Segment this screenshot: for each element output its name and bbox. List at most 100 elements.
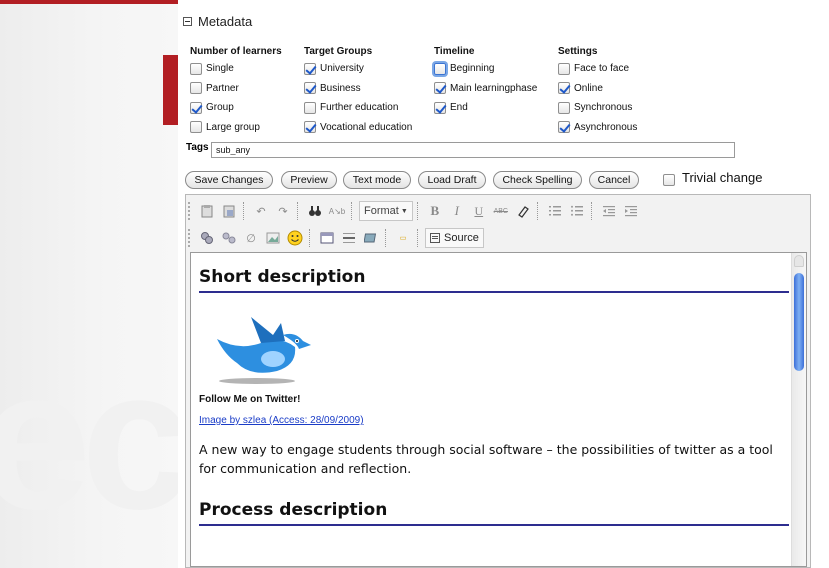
horizontal-rule-icon[interactable]: [339, 228, 359, 248]
checkbox-university[interactable]: University: [304, 59, 412, 79]
checkbox[interactable]: [190, 62, 202, 75]
checkbox-large-group[interactable]: Large group: [190, 118, 282, 138]
text-mode-button[interactable]: Text mode: [343, 171, 411, 189]
checkbox-beginning[interactable]: Beginning: [434, 59, 537, 79]
checkbox-label: Face to face: [574, 63, 630, 75]
increase-indent-icon[interactable]: [621, 201, 641, 221]
checkbox[interactable]: [558, 101, 570, 114]
checkbox-end[interactable]: End: [434, 98, 537, 118]
source-icon: [430, 233, 440, 243]
checkbox-label: Online: [574, 82, 603, 94]
column-title: Settings: [558, 46, 598, 57]
checkbox[interactable]: [558, 62, 570, 75]
checkbox-group[interactable]: Group: [190, 98, 282, 118]
table-icon[interactable]: [317, 228, 337, 248]
checkbox[interactable]: [304, 62, 316, 75]
checkbox[interactable]: [558, 82, 570, 95]
load-draft-button[interactable]: Load Draft: [418, 171, 486, 189]
checkbox-label: Main learningphase: [450, 82, 538, 94]
column-timeline: Timeline Beginning Main learningphase En…: [434, 45, 537, 118]
checkbox-label: Further education: [320, 102, 399, 114]
checkbox[interactable]: [304, 82, 316, 95]
save-changes-button[interactable]: Save Changes: [185, 171, 273, 189]
format-dropdown[interactable]: Format ▼: [359, 201, 413, 221]
replace-icon[interactable]: A↘b: [327, 201, 347, 221]
checkbox[interactable]: [434, 62, 446, 75]
checkbox-label: University: [320, 63, 364, 75]
trivial-change-checkbox[interactable]: [663, 174, 675, 186]
vertical-scrollbar[interactable]: [791, 253, 806, 566]
checkbox-label: Single: [206, 63, 234, 75]
special-char-icon[interactable]: [361, 228, 381, 248]
checkbox[interactable]: [434, 101, 446, 114]
undo-icon[interactable]: ↶: [251, 201, 271, 221]
heading-short-description: Short description: [199, 253, 789, 293]
smiley-icon[interactable]: [285, 228, 305, 248]
checkbox[interactable]: [304, 121, 316, 134]
description-paragraph: A new way to engage students through soc…: [199, 442, 773, 476]
decrease-indent-icon[interactable]: [599, 201, 619, 221]
document-content: Short description Follow Me on Twitter! …: [199, 253, 789, 526]
checkbox[interactable]: [434, 82, 446, 95]
checkbox-business[interactable]: Business: [304, 79, 412, 99]
image-credit-link[interactable]: Image by szlea (Access: 28/09/2009): [199, 415, 789, 426]
toolbar-separator: [416, 202, 421, 220]
checkbox-partner[interactable]: Partner: [190, 79, 282, 99]
signature-icon[interactable]: ▭: [393, 228, 413, 248]
checkbox[interactable]: [190, 101, 202, 114]
link-icon[interactable]: [197, 228, 217, 248]
bulleted-list-icon[interactable]: [567, 201, 587, 221]
toolbar-separator: [309, 229, 313, 247]
column-settings: Settings Face to face Online Synchronous…: [558, 45, 637, 137]
image-icon[interactable]: [263, 228, 283, 248]
check-spelling-button[interactable]: Check Spelling: [493, 171, 582, 189]
tags-input[interactable]: [211, 142, 735, 158]
checkbox-further-education[interactable]: Further education: [304, 98, 412, 118]
editor-document[interactable]: Short description Follow Me on Twitter! …: [190, 252, 807, 567]
attachment-icon[interactable]: ∅: [241, 228, 261, 248]
editor-toolbar-row-2: ∅ ▭ Source: [188, 225, 484, 251]
italic-icon[interactable]: I: [447, 201, 467, 221]
numbered-list-icon[interactable]: [545, 201, 565, 221]
checkbox[interactable]: [304, 101, 316, 114]
checkbox-label: Group: [206, 102, 234, 114]
column-number-of-learners: Number of learners Single Partner Group …: [190, 45, 282, 137]
checkbox-face-to-face[interactable]: Face to face: [558, 59, 637, 79]
checkbox-vocational-education[interactable]: Vocational education: [304, 118, 412, 138]
checkbox[interactable]: [190, 121, 202, 134]
redo-icon[interactable]: ↷: [273, 201, 293, 221]
checkbox-label: Synchronous: [574, 102, 633, 114]
checkbox-asynchronous[interactable]: Asynchronous: [558, 118, 637, 138]
remove-format-icon[interactable]: [513, 201, 533, 221]
toolbar-grip[interactable]: [188, 202, 193, 220]
paste-icon[interactable]: [197, 201, 217, 221]
toolbar-grip[interactable]: [188, 229, 193, 247]
toolbar-separator: [590, 202, 595, 220]
checkbox-synchronous[interactable]: Synchronous: [558, 98, 637, 118]
bold-icon[interactable]: B: [425, 201, 445, 221]
paste-from-word-icon[interactable]: [219, 201, 239, 221]
checkbox[interactable]: [558, 121, 570, 134]
strikethrough-icon[interactable]: ABC: [491, 201, 511, 221]
unlink-icon[interactable]: [219, 228, 239, 248]
checkbox-online[interactable]: Online: [558, 79, 637, 99]
checkbox-label: Partner: [206, 82, 239, 94]
column-title: Number of learners: [190, 46, 282, 57]
underline-icon[interactable]: U: [469, 201, 489, 221]
tags-label: Tags: [186, 142, 209, 153]
collapse-icon[interactable]: [183, 17, 192, 26]
checkbox-main-learningphase[interactable]: Main learningphase: [434, 79, 537, 99]
source-label: Source: [444, 232, 479, 244]
trivial-change-label: Trivial change: [682, 170, 763, 185]
cancel-button[interactable]: Cancel: [589, 171, 639, 189]
checkbox[interactable]: [190, 82, 202, 95]
preview-button[interactable]: Preview: [281, 171, 337, 189]
scrollbar-thumb[interactable]: [794, 273, 804, 371]
metadata-header[interactable]: Metadata: [183, 14, 252, 29]
find-icon[interactable]: [305, 201, 325, 221]
scroll-up-button[interactable]: [794, 255, 804, 267]
source-button[interactable]: Source: [425, 228, 484, 248]
toolbar-separator: [351, 202, 355, 220]
checkbox-label: Beginning: [450, 63, 495, 75]
checkbox-single[interactable]: Single: [190, 59, 282, 79]
